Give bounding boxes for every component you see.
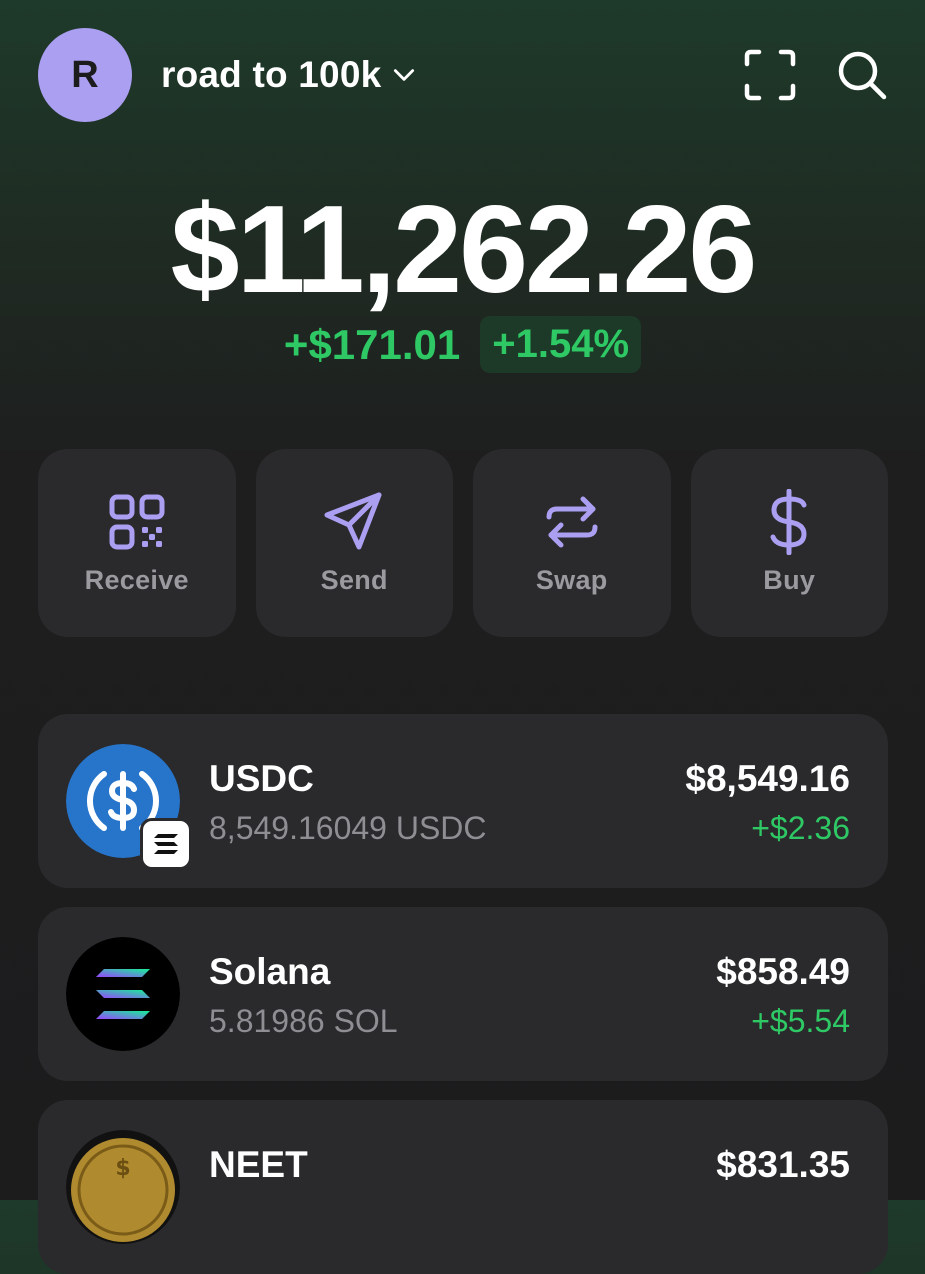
send-label: Send (320, 565, 388, 595)
paper-plane-icon (324, 492, 382, 550)
scan-icon[interactable] (743, 48, 797, 102)
dollar-icon (770, 489, 807, 555)
token-value: $831.35 (716, 1144, 850, 1185)
token-quantity: 5.81986 SOL (209, 1003, 398, 1039)
token-name: Solana (209, 951, 331, 992)
solana-logo-icon (66, 937, 180, 1051)
balance-change: +$171.01 +1.54% (0, 316, 925, 373)
total-balance: $11,262.26 (170, 181, 758, 319)
buy-button[interactable]: Buy (690, 449, 888, 637)
send-button[interactable]: Send (255, 449, 453, 637)
change-percent-badge: +1.54% (480, 316, 642, 373)
token-value: $858.49 (716, 951, 850, 992)
qr-code-icon (109, 494, 165, 550)
solana-network-icon (154, 834, 178, 854)
avatar-letter: R (71, 53, 99, 96)
buy-label: Buy (763, 565, 816, 595)
change-amount: +$171.01 (283, 320, 461, 368)
search-icon[interactable] (835, 48, 889, 102)
token-change: +$2.36 (751, 810, 850, 846)
avatar[interactable]: R (38, 28, 132, 122)
neet-coin-logo-icon: $ (66, 1130, 180, 1244)
account-name: road to 100k (161, 54, 382, 95)
svg-text:$: $ (115, 1156, 130, 1181)
solana-network-badge (140, 818, 192, 870)
token-change: +$5.54 (751, 1003, 850, 1039)
token-name: USDC (209, 758, 314, 799)
swap-label: Swap (535, 565, 608, 595)
token-name: NEET (209, 1144, 308, 1185)
receive-button[interactable]: Receive (38, 449, 236, 637)
receive-label: Receive (84, 565, 189, 595)
account-switcher[interactable]: road to 100k (161, 54, 417, 96)
swap-button[interactable]: Swap (473, 449, 671, 637)
token-row-usdc[interactable]: USDC 8,549.16049 USDC $8,549.16 +$2.36 (38, 714, 888, 888)
token-value: $8,549.16 (685, 758, 850, 799)
header: R road to 100k (38, 28, 889, 122)
action-buttons: Receive Send Swap Buy (38, 449, 888, 637)
swap-arrows-icon (546, 496, 598, 548)
token-quantity: 8,549.16049 USDC (209, 810, 487, 846)
token-row-solana[interactable]: Solana 5.81986 SOL $858.49 +$5.54 (38, 907, 888, 1081)
token-row-neet[interactable]: $ NEET $831.35 (38, 1100, 888, 1274)
chevron-down-icon (394, 69, 415, 81)
